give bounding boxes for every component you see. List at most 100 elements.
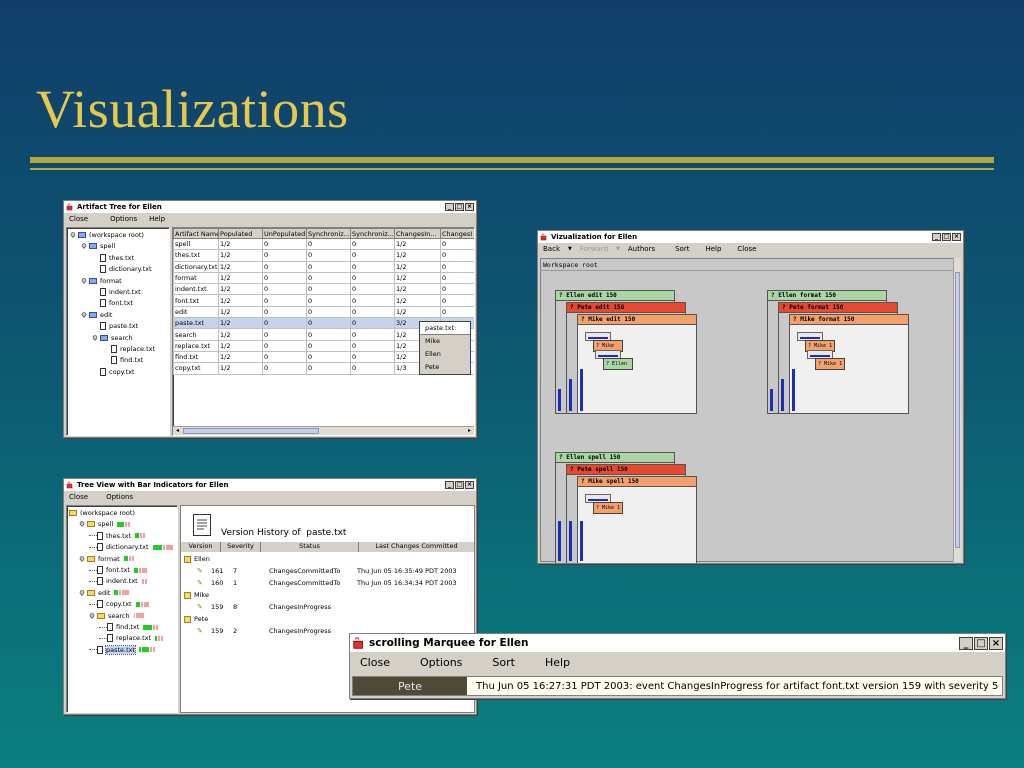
menu-close[interactable]: Close — [69, 215, 88, 223]
tree-node[interactable]: copy.txt — [92, 367, 135, 377]
tree-node[interactable]: paste.txt — [92, 321, 138, 331]
column-header[interactable]: Populated — [218, 228, 263, 239]
expander-icon[interactable] — [92, 334, 98, 341]
tree-node[interactable]: indent.txt — [92, 287, 141, 297]
scroll-thumb[interactable] — [183, 428, 319, 434]
tree-node[interactable]: dictionary.txt — [92, 264, 152, 274]
col-severity[interactable]: Severity — [221, 542, 261, 552]
col-last-committed[interactable]: Last Changes Committed — [359, 542, 474, 552]
menu-close[interactable]: Close — [360, 656, 390, 669]
close-button[interactable]: × — [465, 203, 474, 211]
close-button[interactable]: × — [465, 481, 474, 489]
maximize-button[interactable]: □ — [455, 481, 464, 489]
history-author-row[interactable]: Mike — [184, 591, 209, 599]
menu-sort[interactable]: Sort — [492, 656, 515, 669]
minimize-button[interactable]: _ — [959, 636, 973, 650]
tree-node[interactable]: search — [92, 333, 133, 343]
table-row[interactable]: font.txt 1/2 0 0 0 1/2 0 — [173, 294, 474, 307]
table-row[interactable]: dictionary.txt 1/2 0 0 0 1/2 0 — [173, 260, 474, 273]
menu-options[interactable]: Options — [110, 215, 137, 223]
tree-node[interactable]: indent.txt — [89, 576, 147, 586]
tree-node[interactable]: font.txt — [89, 565, 147, 575]
scroll-left-arrow[interactable]: ◂ — [173, 427, 182, 435]
tree-node[interactable]: format — [81, 276, 122, 286]
tree-node[interactable]: spell — [81, 241, 115, 251]
horizontal-scrollbar[interactable]: ◂ ▸ — [173, 426, 474, 435]
tree-node[interactable]: (workspace root) — [70, 230, 144, 240]
minimize-button[interactable]: _ — [932, 233, 941, 241]
tree-node[interactable]: (workspace root) — [69, 508, 135, 518]
minimize-button[interactable]: _ — [445, 203, 454, 211]
tree-node[interactable]: font.txt — [92, 298, 133, 308]
column-header[interactable]: Synchroniz... — [350, 228, 395, 239]
maximize-button[interactable]: □ — [974, 636, 988, 650]
tree-node[interactable]: thes.txt — [92, 253, 134, 263]
tree-node[interactable]: find.txt — [103, 355, 143, 365]
viz-author-box[interactable]: ? Mike 1 — [815, 358, 845, 370]
menu-help[interactable]: Help — [149, 215, 165, 223]
maximize-button[interactable]: □ — [455, 203, 464, 211]
menu-help[interactable]: Help — [705, 245, 721, 253]
tree-node[interactable]: find.txt — [99, 622, 159, 632]
artifact-tree-titlebar[interactable]: Artifact Tree for Ellen _ □ × — [64, 201, 476, 213]
col-status[interactable]: Status — [261, 542, 359, 552]
minimize-button[interactable]: _ — [445, 481, 454, 489]
expander-icon[interactable] — [79, 521, 85, 528]
history-author-row[interactable]: Ellen — [184, 555, 210, 563]
column-header[interactable]: ChangesIn... — [394, 228, 441, 239]
tree-node[interactable]: dictionary.txt — [89, 542, 173, 552]
menu-close[interactable]: Close — [737, 245, 756, 253]
tree-node[interactable]: thes.txt — [89, 531, 146, 541]
table-row[interactable]: format 1/2 0 0 0 1/2 0 — [173, 271, 474, 285]
expander-icon[interactable] — [70, 232, 76, 238]
tree-node[interactable]: spell — [79, 519, 131, 529]
menu-help[interactable]: Help — [545, 656, 570, 669]
maximize-button[interactable]: □ — [942, 233, 951, 241]
menu-authors[interactable]: Authors — [628, 245, 655, 253]
tree-node[interactable]: paste.txt — [89, 644, 156, 655]
tree-node[interactable]: replace.txt — [99, 633, 164, 643]
expander-icon[interactable] — [81, 311, 87, 318]
menu-options[interactable]: Options — [420, 656, 462, 669]
expander-icon[interactable] — [81, 243, 87, 250]
tree-node[interactable]: edit — [79, 588, 130, 598]
table-row[interactable]: spell 1/2 0 0 0 1/2 0 — [173, 237, 474, 251]
expander-icon[interactable] — [79, 589, 85, 596]
table-row[interactable]: indent.txt 1/2 0 0 0 1/2 0 — [173, 283, 474, 296]
close-button[interactable]: × — [989, 636, 1003, 650]
tree-node[interactable]: replace.txt — [103, 344, 155, 354]
menu-close[interactable]: Close — [69, 493, 88, 501]
marquee-titlebar[interactable]: scrolling Marquee for Ellen _ □ × — [350, 634, 1005, 652]
scroll-thumb[interactable] — [955, 272, 960, 548]
expander-icon[interactable] — [81, 277, 87, 284]
history-author-row[interactable]: Pete — [184, 615, 208, 623]
back-dropdown-icon[interactable]: ▼ — [568, 246, 572, 252]
tree-node[interactable]: edit — [81, 310, 112, 320]
vertical-scrollbar[interactable] — [953, 258, 961, 562]
context-menu-item-pete[interactable]: Pete — [420, 361, 470, 374]
col-version[interactable]: Version — [181, 542, 221, 552]
bar-tree-titlebar[interactable]: Tree View with Bar Indicators for Ellen … — [64, 479, 476, 491]
column-header[interactable]: Artifact Name — [173, 228, 219, 239]
menu-sort[interactable]: Sort — [675, 245, 689, 253]
scroll-right-arrow[interactable]: ▸ — [465, 427, 474, 435]
context-menu-item-mike[interactable]: Mike — [420, 335, 470, 348]
tree-node[interactable]: copy.txt — [89, 599, 149, 609]
close-button[interactable]: × — [952, 233, 961, 241]
context-menu-item-ellen[interactable]: Ellen — [420, 348, 470, 361]
viz-author-box[interactable]: ? Mike 1 — [593, 502, 623, 514]
menu-back[interactable]: Back — [543, 245, 560, 253]
viz-author-box[interactable]: ? Ellen — [603, 358, 633, 370]
table-row[interactable]: thes.txt 1/2 0 0 0 1/2 0 — [173, 249, 474, 262]
column-header[interactable]: UnPopulated — [262, 228, 307, 239]
tree-node[interactable]: search — [89, 611, 144, 621]
column-header[interactable]: Synchroniz... — [306, 228, 351, 239]
column-header[interactable]: ChangesI — [440, 228, 474, 239]
table-row[interactable]: edit 1/2 0 0 0 1/2 0 — [173, 305, 474, 319]
visualization-titlebar[interactable]: Vizualization for Ellen _ □ × — [538, 231, 963, 243]
forward-dropdown-icon[interactable]: ▼ — [616, 246, 620, 252]
menu-forward[interactable]: Forward — [580, 245, 608, 253]
tree-node[interactable]: format — [79, 554, 134, 564]
expander-icon[interactable] — [79, 555, 85, 562]
expander-icon[interactable] — [89, 612, 95, 619]
